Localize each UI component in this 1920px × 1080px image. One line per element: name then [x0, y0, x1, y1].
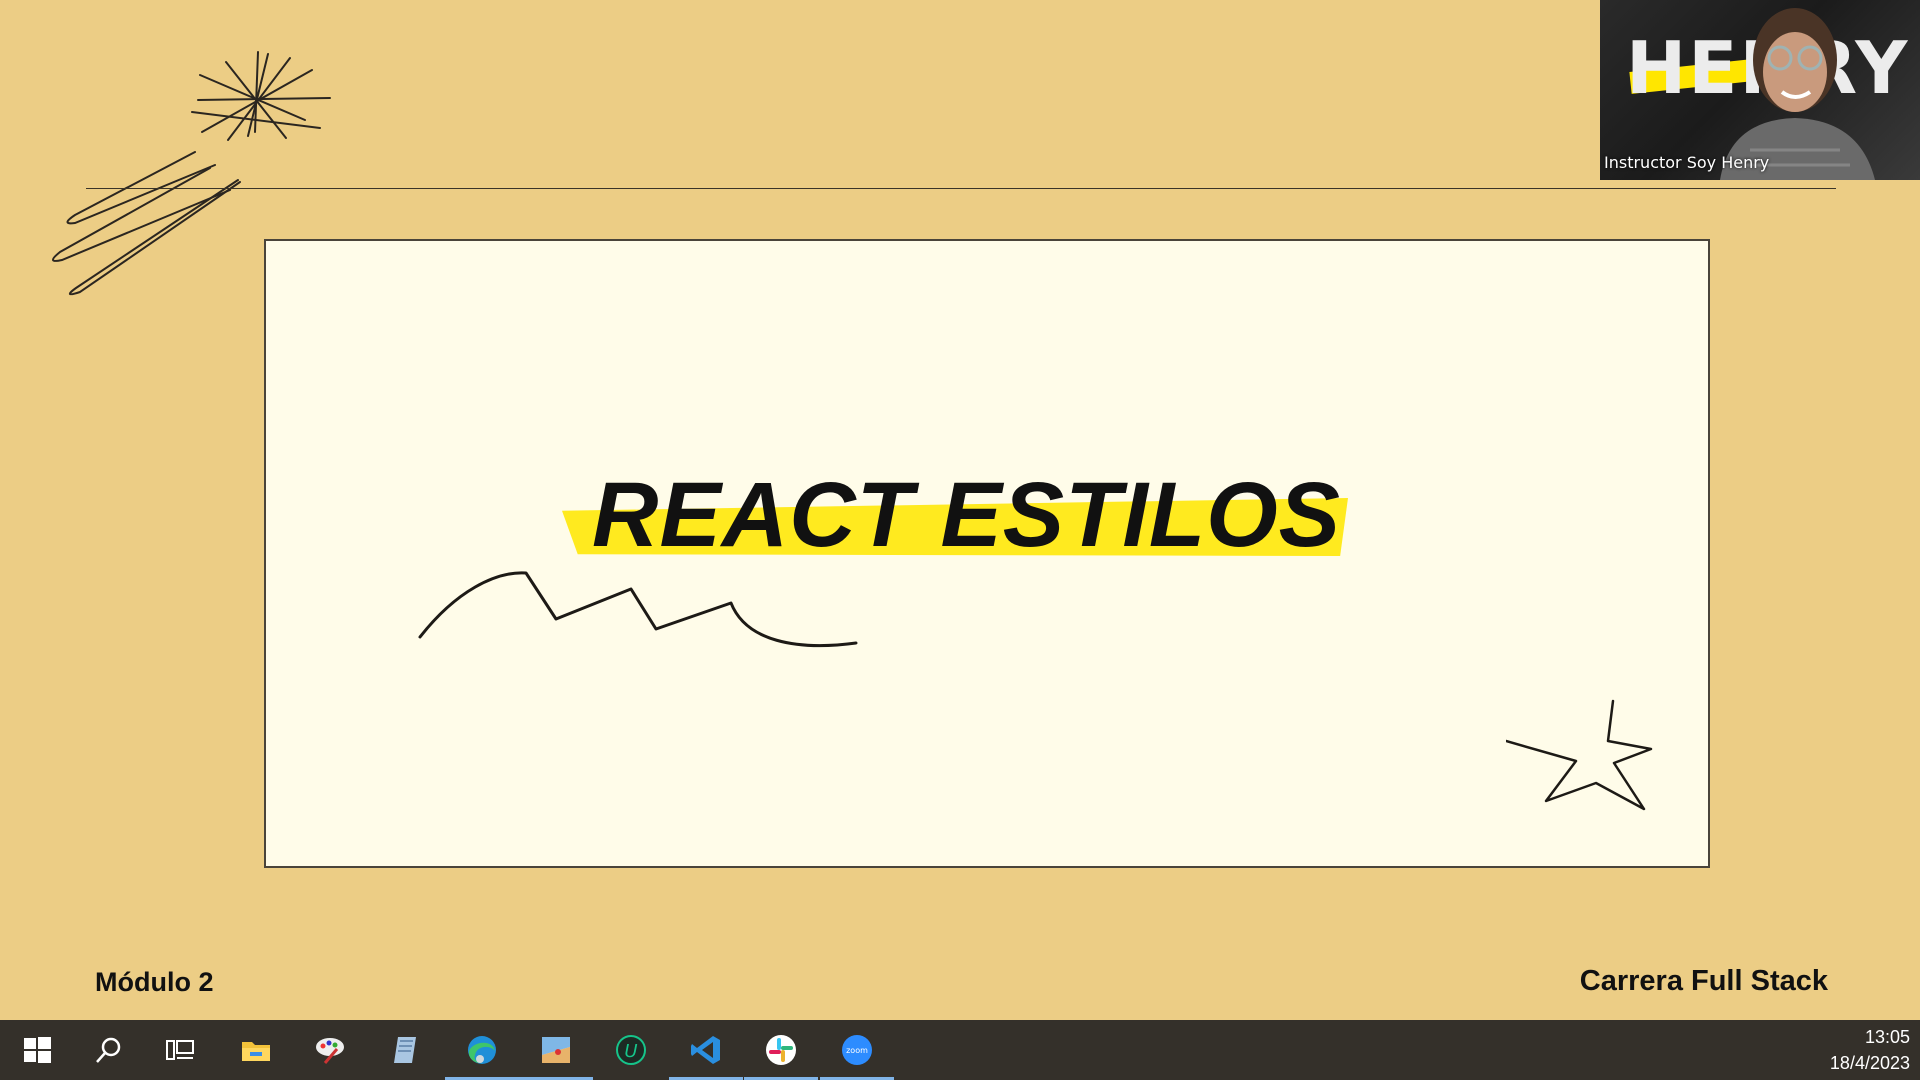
- file-explorer-button[interactable]: [219, 1020, 293, 1080]
- search-button[interactable]: [72, 1020, 146, 1080]
- system-clock[interactable]: 13:05 18/4/2023: [1830, 1024, 1910, 1076]
- participant-video-tile[interactable]: HENRY Instructor Soy Henry: [1600, 0, 1920, 180]
- vscode-icon: [691, 1036, 720, 1064]
- zoom-label: zoom: [846, 1046, 868, 1055]
- image-viewer-button[interactable]: [519, 1020, 593, 1080]
- image-viewer-icon: [542, 1037, 570, 1063]
- start-button[interactable]: [0, 1020, 74, 1080]
- taskbar: U zoom: [0, 1020, 1920, 1080]
- task-view-button[interactable]: [143, 1020, 217, 1080]
- participant-name: Instructor Soy Henry: [1604, 153, 1770, 172]
- paint-icon: [316, 1038, 344, 1064]
- edge-icon: [468, 1036, 496, 1064]
- zoom-button[interactable]: zoom: [820, 1020, 894, 1080]
- search-icon: [96, 1037, 121, 1063]
- wave-doodle-icon: [418, 571, 858, 648]
- module-label: Módulo 2: [95, 967, 214, 997]
- vscode-button[interactable]: [669, 1020, 743, 1080]
- upwork-letter: U: [624, 1041, 637, 1062]
- upwork-button[interactable]: U: [594, 1020, 668, 1080]
- notepad-button[interactable]: [368, 1020, 442, 1080]
- upwork-icon: U: [616, 1035, 646, 1065]
- star-doodle-icon: [1506, 699, 1653, 811]
- clock-date: 18/4/2023: [1829, 1053, 1910, 1073]
- paint-button[interactable]: [293, 1020, 367, 1080]
- course-label: Carrera Full Stack: [1579, 965, 1828, 997]
- slide-title: REACT ESTILOS: [592, 464, 1342, 566]
- zoom-icon: zoom: [842, 1035, 872, 1065]
- file-explorer-icon: [242, 1042, 270, 1061]
- edge-button[interactable]: [445, 1020, 519, 1080]
- task-view-icon: [166, 1040, 194, 1060]
- slack-icon: [766, 1035, 796, 1065]
- slack-button[interactable]: [744, 1020, 818, 1080]
- start-icon: [24, 1037, 51, 1063]
- top-divider-line: [86, 188, 1836, 189]
- notepad-icon: [394, 1037, 416, 1063]
- clock-time: 13:05: [1864, 1027, 1910, 1047]
- slide-card: REACT ESTILOS: [264, 239, 1710, 868]
